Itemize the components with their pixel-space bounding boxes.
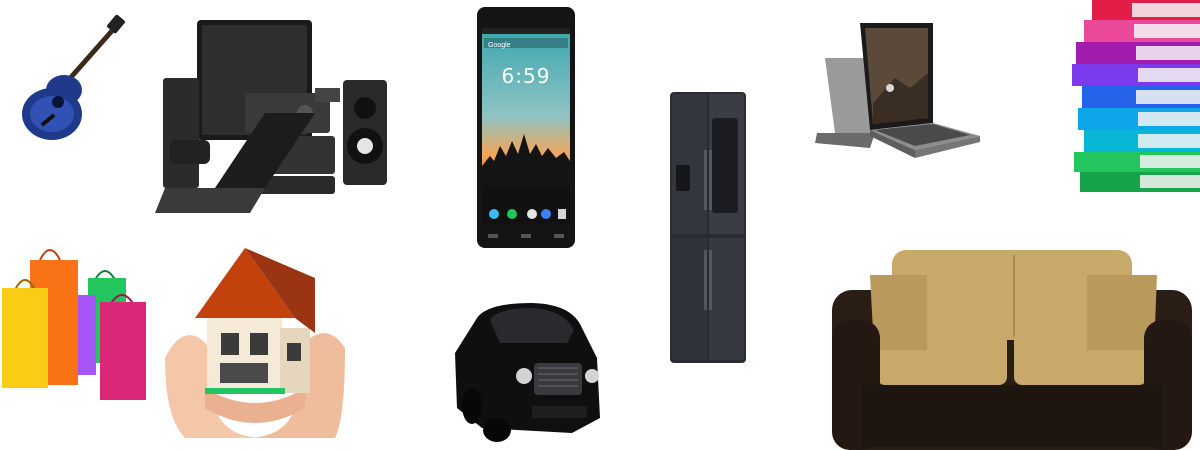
guitar-image [10,14,125,154]
laptop-image [815,18,985,168]
electronics-image [155,18,390,223]
smartphone-image: Google 6:59 [476,6,576,249]
shopping-bags-image [0,240,150,400]
refrigerator-image [668,90,748,365]
phone-search-label: Google [488,42,511,49]
house-image [165,238,345,443]
sofa-image [832,250,1192,450]
car-image [452,298,602,446]
product-banner: Google 6:59 [0,0,1200,450]
phone-clock-time: 6:59 [501,64,551,88]
books-image [1072,0,1200,195]
